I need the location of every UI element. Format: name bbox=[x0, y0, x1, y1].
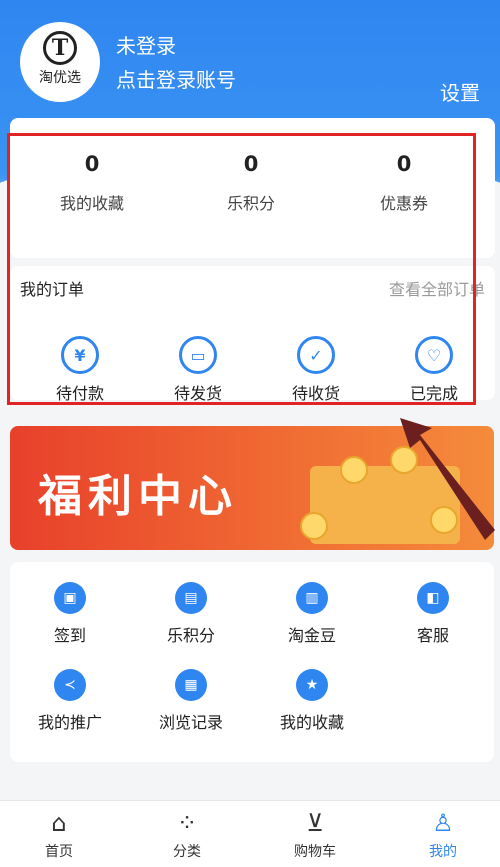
tab-category[interactable]: ⁘ 分类 bbox=[137, 807, 237, 861]
stat-value: 0 bbox=[396, 152, 412, 176]
order-label: 待付款 bbox=[55, 384, 104, 403]
bean-icon: ▥ bbox=[296, 582, 328, 614]
tool-gold-beans[interactable]: ▥ 淘金豆 bbox=[252, 582, 372, 646]
history-icon: ▦ bbox=[175, 669, 207, 701]
stat-favorites[interactable]: 0 我的收藏 bbox=[12, 152, 172, 214]
tab-home[interactable]: ⌂ 首页 bbox=[9, 807, 109, 861]
order-pending-payment[interactable]: ¥ 待付款 bbox=[20, 336, 140, 404]
tool-label: 我的推广 bbox=[37, 713, 102, 732]
stat-value: 0 bbox=[84, 152, 100, 176]
stat-points[interactable]: 0 乐积分 bbox=[171, 152, 331, 214]
stats-card: 0 我的收藏 0 乐积分 0 优惠券 bbox=[10, 118, 495, 258]
order-label: 待发货 bbox=[173, 384, 222, 403]
stat-value: 0 bbox=[243, 152, 259, 176]
order-pending-receipt[interactable]: ✓ 待收货 bbox=[256, 336, 376, 404]
tools-card: ▣ 签到 ▤ 乐积分 ▥ 淘金豆 ◧ 客服 ≺ 我的推广 ▦ 浏览记录 ★ 我的… bbox=[10, 562, 494, 762]
stat-label: 乐积分 bbox=[226, 194, 275, 213]
tool-points[interactable]: ▤ 乐积分 bbox=[131, 582, 251, 646]
user-icon: ♙ bbox=[432, 809, 454, 837]
tab-label: 购物车 bbox=[294, 844, 336, 860]
avatar-logo-icon: T bbox=[43, 31, 77, 65]
tab-mine[interactable]: ♙ 我的 bbox=[393, 807, 493, 861]
orders-card: 我的订单 查看全部订单 ¥ 待付款 ▭ 待发货 ✓ 待收货 ♡ 已完成 bbox=[10, 266, 495, 403]
tool-label: 我的收藏 bbox=[279, 713, 344, 732]
calendar-icon: ▣ bbox=[54, 582, 86, 614]
welfare-banner[interactable]: 福利中心 bbox=[10, 426, 494, 550]
banner-title: 福利中心 bbox=[38, 471, 238, 522]
share-icon: ≺ bbox=[54, 669, 86, 701]
service-icon: ◧ bbox=[417, 582, 449, 614]
heart-icon: ♡ bbox=[415, 336, 453, 374]
tool-label: 签到 bbox=[53, 626, 86, 645]
tool-label: 乐积分 bbox=[166, 626, 215, 645]
order-label: 已完成 bbox=[409, 384, 458, 403]
coin-icon bbox=[430, 506, 458, 534]
order-pending-shipment[interactable]: ▭ 待发货 bbox=[138, 336, 258, 404]
coin-icon bbox=[340, 456, 368, 484]
stat-label: 我的收藏 bbox=[59, 194, 124, 213]
package-icon: ▭ bbox=[179, 336, 217, 374]
bottom-tabbar: ⌂ 首页 ⁘ 分类 ⊻ 购物车 ♙ 我的 bbox=[0, 800, 500, 867]
coin-icon bbox=[300, 512, 328, 540]
home-icon: ⌂ bbox=[51, 809, 67, 837]
settings-button[interactable]: 设置 bbox=[440, 77, 480, 106]
tool-label: 淘金豆 bbox=[287, 626, 336, 645]
avatar[interactable]: T 淘优选 bbox=[20, 22, 100, 102]
coin-icon bbox=[390, 446, 418, 474]
receipt-icon: ✓ bbox=[297, 336, 335, 374]
stat-label: 优惠券 bbox=[379, 194, 428, 213]
yen-icon: ¥ bbox=[61, 336, 99, 374]
view-all-orders-link[interactable]: 查看全部订单 bbox=[389, 276, 485, 300]
login-link[interactable]: 点击登录账号 bbox=[116, 64, 236, 93]
tab-label: 我的 bbox=[429, 844, 457, 860]
tool-history[interactable]: ▦ 浏览记录 bbox=[131, 669, 251, 733]
star-icon: ★ bbox=[296, 669, 328, 701]
avatar-logo-text: 淘优选 bbox=[39, 70, 81, 86]
tool-label: 客服 bbox=[416, 626, 449, 645]
tool-checkin[interactable]: ▣ 签到 bbox=[10, 582, 130, 646]
order-completed[interactable]: ♡ 已完成 bbox=[374, 336, 494, 404]
tab-label: 首页 bbox=[45, 844, 73, 860]
tab-label: 分类 bbox=[173, 844, 201, 860]
cart-icon: ⊻ bbox=[306, 809, 324, 837]
order-label: 待收货 bbox=[291, 384, 340, 403]
tab-cart[interactable]: ⊻ 购物车 bbox=[265, 807, 365, 861]
tool-customer-service[interactable]: ◧ 客服 bbox=[373, 582, 493, 646]
tool-label: 浏览记录 bbox=[158, 713, 223, 732]
tool-promotion[interactable]: ≺ 我的推广 bbox=[10, 669, 130, 733]
tool-favorites[interactable]: ★ 我的收藏 bbox=[252, 669, 372, 733]
category-icon: ⁘ bbox=[176, 809, 198, 837]
orders-title: 我的订单 bbox=[20, 280, 85, 299]
points-icon: ▤ bbox=[175, 582, 207, 614]
stat-coupons[interactable]: 0 优惠券 bbox=[324, 152, 484, 214]
login-status[interactable]: 未登录 bbox=[116, 30, 176, 59]
